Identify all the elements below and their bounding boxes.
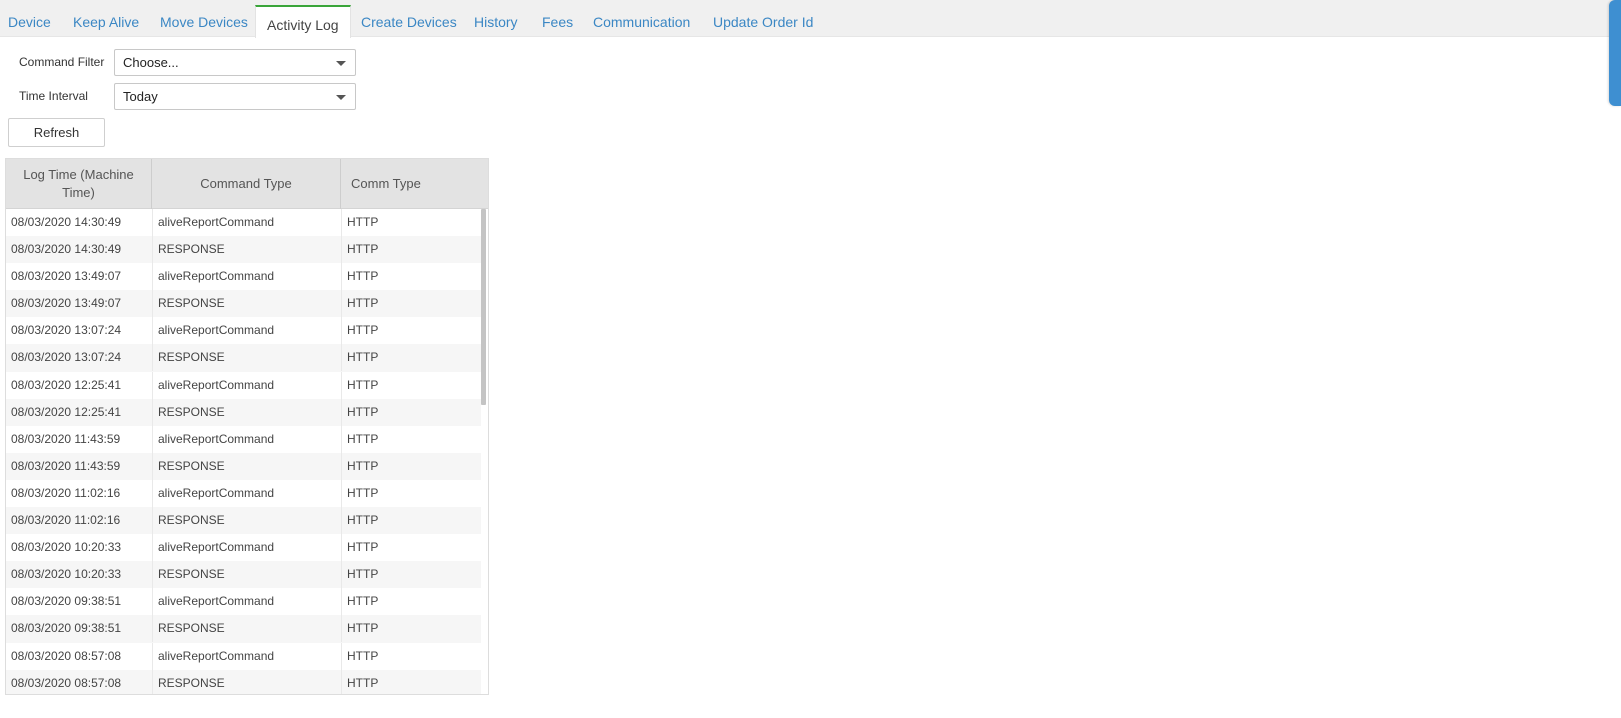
cell-comm-type: HTTP — [341, 371, 481, 399]
tab-device[interactable]: Device — [8, 0, 51, 37]
cell-comm-type: HTTP — [341, 561, 481, 589]
cell-comm-type: HTTP — [341, 479, 481, 507]
time-interval-select[interactable]: Today — [114, 83, 356, 110]
command-filter-label: Command Filter — [19, 55, 105, 69]
table-row[interactable]: 08/03/2020 09:38:51 aliveReportCommand HTT… — [6, 588, 481, 616]
table-row[interactable]: 08/03/2020 11:02:16 RESPONSE HTTP — [6, 507, 481, 535]
column-header-comm-type[interactable]: Comm Type — [341, 159, 488, 209]
cell-log-time: 08/03/2020 13:07:24 — [11, 323, 122, 338]
cell-log-time: 08/03/2020 09:38:51 — [11, 594, 122, 609]
grid-header: Log Time (Machine Time) Command Type Com… — [6, 159, 488, 209]
table-row[interactable]: 08/03/2020 08:57:08 aliveReportCommand HTT… — [6, 642, 481, 670]
cell-command-type: RESPONSE — [152, 236, 341, 264]
cell-command-type: aliveReportCommand — [152, 371, 341, 399]
table-row[interactable]: 08/03/2020 11:43:59 RESPONSE HTTP — [6, 452, 481, 480]
cell-comm-type: HTTP — [341, 344, 481, 372]
cell-log-time: 08/03/2020 14:30:49 — [11, 242, 122, 257]
cell-command-type: aliveReportCommand — [152, 317, 341, 345]
activity-log-grid: Log Time (Machine Time) Command Type Com… — [5, 158, 489, 695]
cell-command-type: RESPONSE — [152, 398, 341, 426]
table-row[interactable]: 08/03/2020 13:07:24 RESPONSE HTTP — [6, 344, 481, 372]
cell-log-time: 08/03/2020 10:20:33 — [11, 567, 122, 582]
cell-log-time: 08/03/2020 08:57:08 — [11, 675, 122, 690]
cell-log-time: 08/03/2020 11:43:59 — [11, 458, 121, 473]
cell-comm-type: HTTP — [341, 236, 481, 264]
table-row[interactable]: 08/03/2020 10:20:33 RESPONSE HTTP — [6, 561, 481, 589]
tab-update-order-id[interactable]: Update Order Id — [713, 0, 813, 37]
cell-command-type: RESPONSE — [152, 507, 341, 535]
cell-comm-type: HTTP — [341, 534, 481, 562]
cell-comm-type: HTTP — [341, 507, 481, 535]
cell-command-type: aliveReportCommand — [152, 263, 341, 291]
cell-comm-type: HTTP — [341, 669, 481, 694]
cell-log-time: 08/03/2020 13:49:07 — [11, 269, 122, 284]
cell-command-type: RESPONSE — [152, 615, 341, 643]
cell-command-type: RESPONSE — [152, 344, 341, 372]
cell-comm-type: HTTP — [341, 642, 481, 670]
cell-log-time: 08/03/2020 13:07:24 — [11, 350, 122, 365]
cell-comm-type: HTTP — [341, 398, 481, 426]
tab-move-devices[interactable]: Move Devices — [160, 0, 248, 37]
cell-comm-type: HTTP — [341, 290, 481, 318]
cell-comm-type: HTTP — [341, 615, 481, 643]
cell-command-type: RESPONSE — [152, 669, 341, 694]
table-row[interactable]: 08/03/2020 08:57:08 RESPONSE HTTP — [6, 669, 481, 694]
tab-keep-alive[interactable]: Keep Alive — [73, 0, 139, 37]
table-row[interactable]: 08/03/2020 13:49:07 RESPONSE HTTP — [6, 290, 481, 318]
cell-comm-type: HTTP — [341, 209, 481, 236]
column-header-log-time[interactable]: Log Time (Machine Time) — [6, 159, 152, 209]
cell-log-time: 08/03/2020 11:43:59 — [11, 431, 121, 446]
cell-command-type: RESPONSE — [152, 561, 341, 589]
grid-body: 08/03/2020 14:30:49 aliveReportCommand HTT… — [6, 209, 481, 694]
table-row[interactable]: 08/03/2020 14:30:49 RESPONSE HTTP — [6, 236, 481, 264]
table-row[interactable]: 08/03/2020 09:38:51 RESPONSE HTTP — [6, 615, 481, 643]
cell-command-type: aliveReportCommand — [152, 209, 341, 236]
tab-create-devices[interactable]: Create Devices — [361, 0, 457, 37]
cell-command-type: RESPONSE — [152, 452, 341, 480]
tab-history[interactable]: History — [474, 0, 518, 37]
cell-command-type: aliveReportCommand — [152, 425, 341, 453]
command-filter-value: Choose... — [123, 55, 179, 70]
cell-log-time: 08/03/2020 11:02:16 — [11, 485, 121, 500]
table-row[interactable]: 08/03/2020 13:07:24 aliveReportCommand HTT… — [6, 317, 481, 345]
tab-communication[interactable]: Communication — [593, 0, 690, 37]
tab-bar: Device Keep Alive Move Devices Activity … — [0, 0, 1621, 38]
cell-log-time: 08/03/2020 09:38:51 — [11, 621, 122, 636]
table-row[interactable]: 08/03/2020 12:25:41 aliveReportCommand HTT… — [6, 371, 481, 399]
tab-fees[interactable]: Fees — [542, 0, 573, 37]
cell-comm-type: HTTP — [341, 425, 481, 453]
time-interval-value: Today — [123, 89, 158, 104]
table-row[interactable]: 08/03/2020 11:02:16 aliveReportCommand HTT… — [6, 479, 481, 507]
cell-log-time: 08/03/2020 13:49:07 — [11, 296, 122, 311]
cell-command-type: aliveReportCommand — [152, 642, 341, 670]
cell-command-type: RESPONSE — [152, 290, 341, 318]
cell-log-time: 08/03/2020 08:57:08 — [11, 648, 122, 663]
cell-log-time: 08/03/2020 14:30:49 — [11, 215, 122, 229]
cell-log-time: 08/03/2020 12:25:41 — [11, 404, 122, 419]
cell-comm-type: HTTP — [341, 263, 481, 291]
table-row[interactable]: 08/03/2020 11:43:59 aliveReportCommand HTT… — [6, 425, 481, 453]
cell-comm-type: HTTP — [341, 452, 481, 480]
tab-activity-log[interactable]: Activity Log — [255, 5, 351, 38]
cell-comm-type: HTTP — [341, 588, 481, 616]
cell-command-type: aliveReportCommand — [152, 588, 341, 616]
command-filter-select[interactable]: Choose... — [114, 49, 356, 76]
cell-comm-type: HTTP — [341, 317, 481, 345]
table-row[interactable]: 08/03/2020 10:20:33 aliveReportCommand HTT… — [6, 534, 481, 562]
side-panel-handle[interactable] — [1609, 0, 1621, 106]
cell-command-type: aliveReportCommand — [152, 534, 341, 562]
cell-log-time: 08/03/2020 11:02:16 — [11, 513, 121, 528]
table-row[interactable]: 08/03/2020 13:49:07 aliveReportCommand HTT… — [6, 263, 481, 291]
refresh-button[interactable]: Refresh — [8, 118, 105, 147]
cell-log-time: 08/03/2020 12:25:41 — [11, 377, 122, 392]
column-header-command-type[interactable]: Command Type — [152, 159, 341, 209]
table-row[interactable]: 08/03/2020 14:30:49 aliveReportCommand HTT… — [6, 209, 481, 236]
table-row[interactable]: 08/03/2020 12:25:41 RESPONSE HTTP — [6, 398, 481, 426]
chevron-down-icon — [336, 95, 346, 100]
grid-scrollbar[interactable] — [481, 209, 486, 405]
cell-log-time: 08/03/2020 10:20:33 — [11, 540, 122, 555]
chevron-down-icon — [336, 61, 346, 66]
cell-command-type: aliveReportCommand — [152, 479, 341, 507]
time-interval-label: Time Interval — [19, 89, 88, 103]
